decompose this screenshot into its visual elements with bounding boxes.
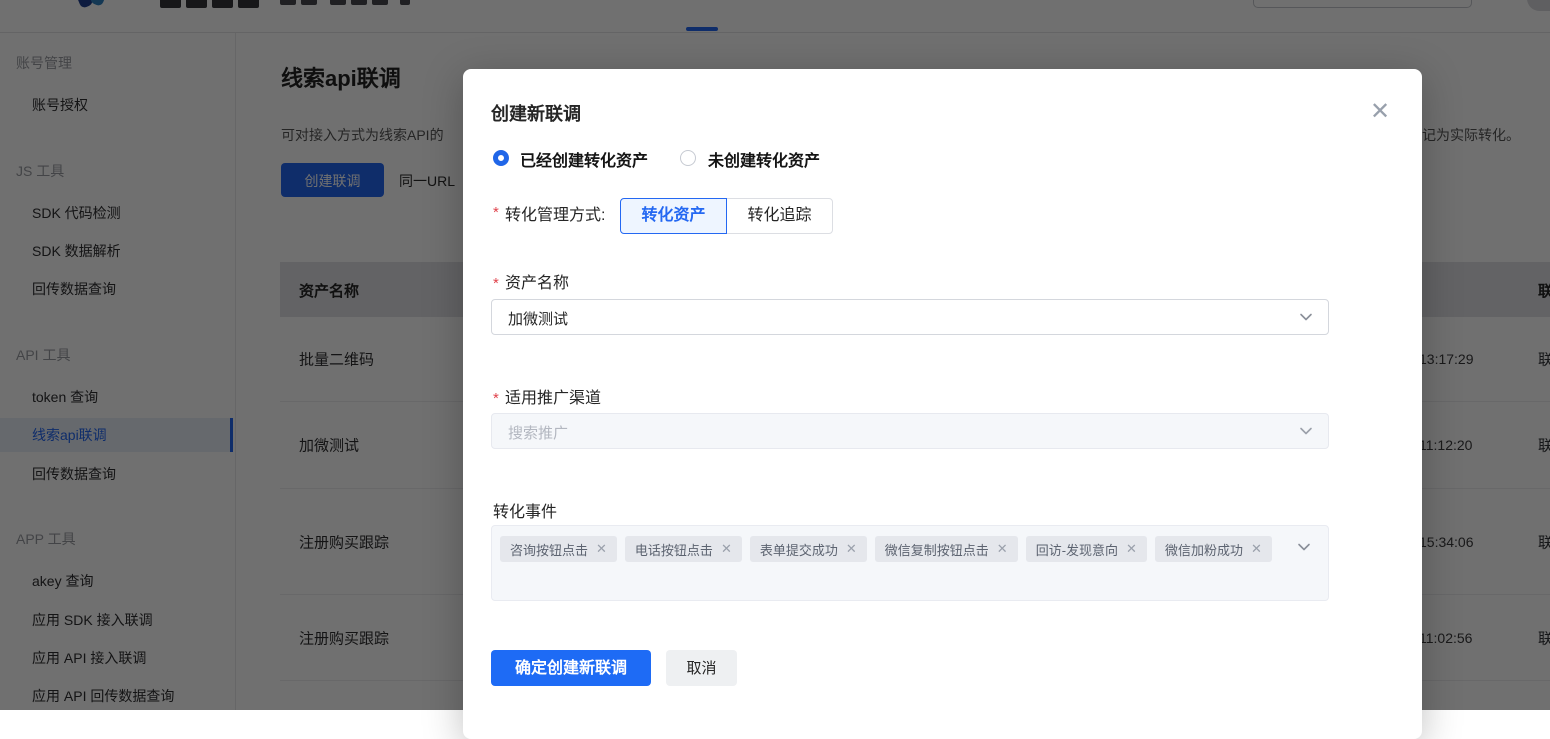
field-label-channel: 适用推广渠道 [505, 390, 602, 407]
event-tag-label: 回访-发现意向 [1035, 542, 1119, 558]
event-tag: 微信复制按钮点击 ✕ [874, 536, 1018, 562]
event-tag-label: 表单提交成功 [759, 542, 838, 558]
channel-value: 搜索推广 [508, 425, 569, 442]
chevron-down-icon [1300, 427, 1312, 435]
close-icon[interactable]: ✕ [1366, 98, 1394, 126]
tag-remove-icon[interactable]: ✕ [721, 541, 732, 557]
radio-label-asset-not-created[interactable]: 未创建转化资产 [708, 147, 820, 171]
create-debug-modal: 创建新联调 ✕ 已经创建转化资产 未创建转化资产 * 转化管理方式: 转化资产 … [463, 69, 1422, 739]
cancel-button[interactable]: 取消 [666, 650, 737, 686]
segment-conversion-asset[interactable]: 转化资产 [620, 198, 727, 234]
radio-asset-created[interactable] [493, 150, 509, 166]
segment-conversion-tracking[interactable]: 转化追踪 [726, 198, 833, 234]
event-tag: 表单提交成功 ✕ [749, 536, 867, 562]
manage-mode-segmented-control: 转化资产 转化追踪 [620, 198, 833, 234]
field-label-asset-name: 资产名称 [505, 275, 570, 292]
event-tag: 电话按钮点击 ✕ [624, 536, 742, 562]
event-tag-label: 咨询按钮点击 [510, 542, 589, 558]
chevron-down-icon[interactable] [1296, 539, 1312, 555]
event-tag: 回访-发现意向 ✕ [1025, 536, 1147, 562]
tag-remove-icon[interactable]: ✕ [997, 541, 1008, 557]
event-tag-label: 微信复制按钮点击 [884, 542, 989, 558]
confirm-create-button[interactable]: 确定创建新联调 [491, 650, 651, 686]
field-label-events: 转化事件 [493, 504, 558, 521]
tag-remove-icon[interactable]: ✕ [1251, 541, 1262, 557]
asset-name-value: 加微测试 [508, 311, 569, 328]
required-mark: * [493, 204, 499, 221]
channel-select: 搜索推广 [491, 413, 1329, 449]
field-label-manage-mode: 转化管理方式: [505, 207, 606, 224]
modal-title: 创建新联调 [491, 104, 581, 124]
event-tag: 咨询按钮点击 ✕ [500, 536, 617, 562]
radio-label-asset-created[interactable]: 已经创建转化资产 [520, 147, 648, 171]
tag-remove-icon[interactable]: ✕ [1126, 541, 1137, 557]
event-tag-label: 微信加粉成功 [1164, 542, 1243, 558]
conversion-events-multiselect[interactable]: 咨询按钮点击 ✕ 电话按钮点击 ✕ 表单提交成功 ✕ 微信复制按钮点击 ✕ 回访-发现意… [491, 525, 1329, 601]
required-mark: * [493, 390, 499, 407]
asset-name-select[interactable]: 加微测试 [491, 299, 1329, 335]
chevron-down-icon[interactable] [1298, 309, 1314, 325]
event-tag: 微信加粉成功 ✕ [1154, 536, 1272, 562]
tag-remove-icon[interactable]: ✕ [846, 541, 857, 557]
event-tag-label: 电话按钮点击 [634, 542, 713, 558]
radio-asset-not-created[interactable] [680, 150, 696, 166]
tag-remove-icon[interactable]: ✕ [596, 541, 607, 557]
required-mark: * [493, 275, 499, 292]
